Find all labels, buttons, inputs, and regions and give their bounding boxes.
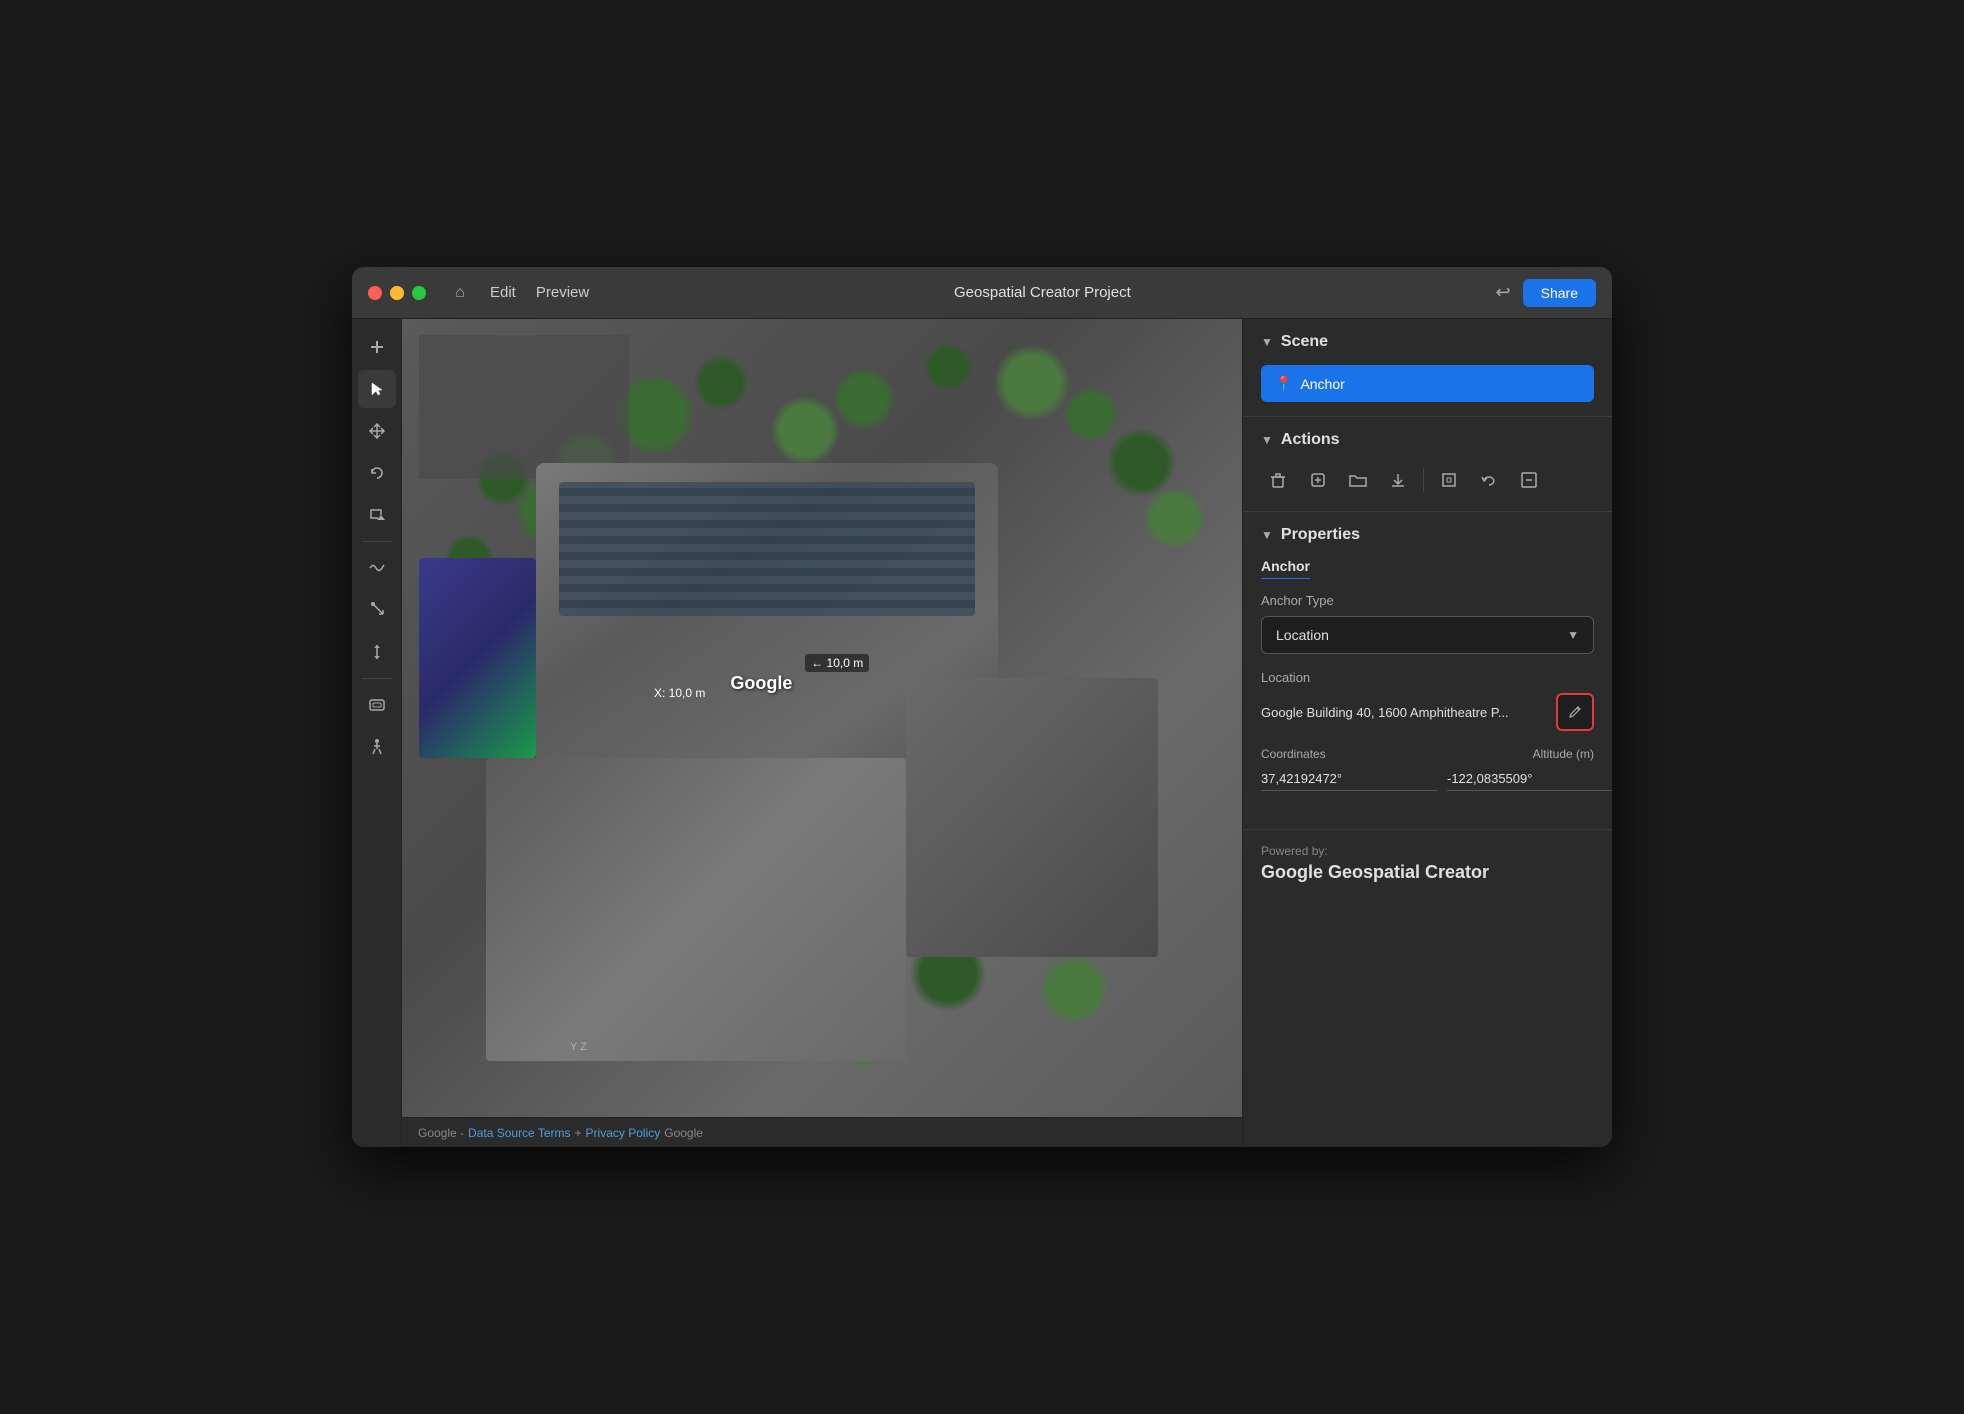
altitude-label: Altitude (m) <box>1533 747 1594 761</box>
edit-location-button[interactable] <box>1556 693 1594 731</box>
delete-action-button[interactable] <box>1261 463 1295 497</box>
right-panel: ▼ Scene 📍 Anchor ▼ Actions <box>1242 319 1612 1147</box>
viewport-footer: Google - Data Source Terms + Privacy Pol… <box>402 1117 1242 1147</box>
actions-chevron-icon: ▼ <box>1261 433 1273 447</box>
select-tool-button[interactable] <box>358 370 396 408</box>
viewport[interactable]: Google ← 10,0 m X: 10,0 m Y Z Google - D… <box>402 319 1242 1147</box>
add-item-action-button[interactable] <box>1301 463 1335 497</box>
properties-section-title: Properties <box>1281 526 1360 544</box>
add-tool-button[interactable] <box>358 328 396 366</box>
footer-suffix: Google <box>664 1126 703 1140</box>
titlebar: ⌂ Edit Preview Geospatial Creator Projec… <box>352 267 1612 319</box>
privacy-policy-link[interactable]: Privacy Policy <box>586 1126 661 1140</box>
freehand-tool-button[interactable] <box>358 549 396 587</box>
location-value: Google Building 40, 1600 Amphitheatre P.… <box>1261 705 1546 720</box>
powered-by-section: Powered by: Google Geospatial Creator <box>1243 830 1612 901</box>
actions-toolbar <box>1261 463 1594 497</box>
undo-button[interactable]: ↩ <box>1496 282 1511 303</box>
longitude-input[interactable] <box>1447 767 1612 791</box>
coords-header: Coordinates Altitude (m) <box>1261 747 1594 761</box>
anchor-type-dropdown[interactable]: Location ▼ <box>1261 616 1594 654</box>
coordinates-label: Coordinates <box>1261 747 1326 761</box>
anchor-type-label: Anchor Type <box>1261 593 1594 608</box>
anchor-location-icon: 📍 <box>1275 375 1292 392</box>
layer-button[interactable] <box>358 686 396 724</box>
anchor-subsection-title: Anchor <box>1261 558 1310 579</box>
scene-section-title: Scene <box>1281 333 1328 351</box>
properties-section: ▼ Properties Anchor Anchor Type Location… <box>1243 512 1612 830</box>
actions-section-title: Actions <box>1281 431 1340 449</box>
footer-prefix: Google - <box>418 1126 464 1140</box>
actions-section-header[interactable]: ▼ Actions <box>1243 417 1612 463</box>
anchor-item-label: Anchor <box>1300 376 1344 392</box>
actions-section: ▼ Actions <box>1243 417 1612 512</box>
share-button[interactable]: Share <box>1523 279 1596 307</box>
preview-menu[interactable]: Preview <box>536 284 589 301</box>
location-label: Location <box>1261 670 1594 685</box>
content-area: Google ← 10,0 m X: 10,0 m Y Z Google - D… <box>352 319 1612 1147</box>
close-button[interactable] <box>368 286 382 300</box>
run-button[interactable] <box>358 728 396 766</box>
dropdown-chevron-icon: ▼ <box>1567 628 1579 642</box>
folder-action-button[interactable] <box>1341 463 1375 497</box>
latitude-input[interactable] <box>1261 767 1437 791</box>
properties-section-header[interactable]: ▼ Properties <box>1243 512 1612 558</box>
menu: Edit Preview <box>490 284 589 301</box>
vertical-tool-button[interactable] <box>358 633 396 671</box>
rect-select-button[interactable] <box>358 496 396 534</box>
traffic-lights <box>368 286 426 300</box>
app-window: ⌂ Edit Preview Geospatial Creator Projec… <box>352 267 1612 1147</box>
secondary-building <box>906 678 1158 957</box>
minimize-button[interactable] <box>390 286 404 300</box>
location-row: Google Building 40, 1600 Amphitheatre P.… <box>1261 693 1594 731</box>
properties-content: Anchor Anchor Type Location ▼ Location G… <box>1243 558 1612 829</box>
footer-separator: + <box>575 1126 582 1140</box>
home-button[interactable]: ⌂ <box>446 279 474 307</box>
data-source-terms-link[interactable]: Data Source Terms <box>468 1126 571 1140</box>
rotate-tool-button[interactable] <box>358 454 396 492</box>
maximize-button[interactable] <box>412 286 426 300</box>
measurement-overlay-2: X: 10,0 m <box>654 686 705 700</box>
actions-toolbar-container <box>1243 463 1612 511</box>
titlebar-right: ↩ Share <box>1496 279 1596 307</box>
solar-panels <box>559 482 975 616</box>
edit-menu[interactable]: Edit <box>490 284 516 301</box>
scene-chevron-icon: ▼ <box>1261 335 1273 349</box>
transform-action-button[interactable] <box>1432 463 1466 497</box>
bottom-building <box>486 758 906 1061</box>
map-canvas: Google ← 10,0 m X: 10,0 m Y Z <box>402 319 1242 1117</box>
coordinates-row <box>1261 767 1594 791</box>
move-tool-button[interactable] <box>358 412 396 450</box>
properties-chevron-icon: ▼ <box>1261 528 1273 542</box>
scene-section-header[interactable]: ▼ Scene <box>1243 319 1612 365</box>
google-label: Google <box>730 673 792 694</box>
parking-lot <box>419 335 629 479</box>
transform-tool-button[interactable] <box>358 591 396 629</box>
powered-by-label: Powered by: <box>1261 844 1594 858</box>
left-toolbar <box>352 319 402 1147</box>
scene-section: ▼ Scene 📍 Anchor <box>1243 319 1612 417</box>
left-building <box>419 558 537 758</box>
anchor-type-value: Location <box>1276 627 1329 643</box>
coordinate-axes: Y Z <box>570 1041 587 1053</box>
window-title: Geospatial Creator Project <box>601 284 1483 301</box>
actions-separator <box>1423 468 1424 492</box>
expand-action-button[interactable] <box>1512 463 1546 497</box>
powered-by-title: Google Geospatial Creator <box>1261 862 1594 883</box>
download-action-button[interactable] <box>1381 463 1415 497</box>
undo-action-button[interactable] <box>1472 463 1506 497</box>
anchor-scene-item[interactable]: 📍 Anchor <box>1261 365 1594 402</box>
measurement-overlay-1: ← 10,0 m <box>805 654 869 672</box>
